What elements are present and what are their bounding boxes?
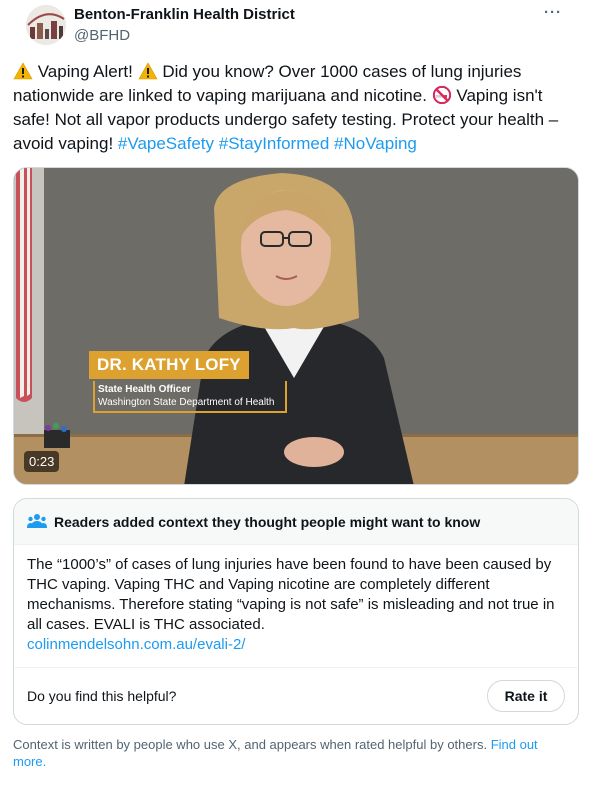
video-timecode: 0:23 [24,451,60,472]
video-frame [14,168,578,484]
hashtag-vapesafety[interactable]: #VapeSafety [118,134,214,153]
lower-third-org: Washington State Department of Health [98,397,275,408]
tweet-header: Benton-Franklin Health District @BFHD ··… [13,0,584,56]
community-note-link[interactable]: colinmendelsohn.com.au/evali-2/ [27,635,572,655]
helpful-question: Do you find this helpful? [27,688,177,704]
warning-icon [138,62,158,80]
tweet-text: Vaping Alert! Did you know? Over 1000 ca… [13,60,579,156]
footer-text: Context is written by people who use X, … [13,737,491,752]
community-note-header: Readers added context they thought peopl… [14,499,578,545]
rate-it-button[interactable]: Rate it [487,680,565,712]
community-note-text: The “1000’s” of cases of lung injuries h… [27,556,555,633]
people-icon [27,514,47,528]
lower-third-name: DR. KATHY LOFY [89,351,249,379]
community-note-title: Readers added context they thought peopl… [54,514,481,530]
lower-third-title: State Health Officer [98,384,191,395]
hashtag-novaping[interactable]: #NoVaping [334,134,417,153]
community-notes-footer: Context is written by people who use X, … [13,736,573,770]
hashtag-stayinformed[interactable]: #StayInformed [219,134,330,153]
community-note: Readers added context they thought peopl… [13,498,579,725]
video-player[interactable]: DR. KATHY LOFY State Health Officer Wash… [13,167,579,485]
avatar[interactable] [26,5,66,45]
no-smoking-icon [432,85,451,105]
author-name[interactable]: Benton-Franklin Health District [74,6,295,23]
more-options-icon[interactable]: ··· [542,5,564,24]
author-handle[interactable]: @BFHD [74,27,130,44]
tweet: Benton-Franklin Health District @BFHD ··… [0,0,597,785]
warning-icon [13,62,33,80]
divider [14,667,578,668]
tweet-text-part1: Vaping Alert! [33,62,138,81]
community-note-body: The “1000’s” of cases of lung injuries h… [27,555,572,655]
